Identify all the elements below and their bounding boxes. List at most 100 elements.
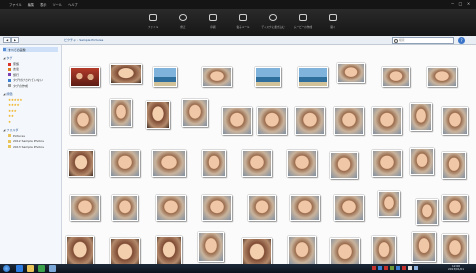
toolbar-burn-label: ディスクに書き込む — [261, 26, 285, 29]
photo-thumbnail[interactable] — [442, 195, 468, 221]
photo-thumbnail[interactable] — [257, 107, 287, 135]
toolbar-email-button[interactable]: 電子メール — [231, 12, 255, 34]
toolbar-file-button[interactable]: ファイル — [141, 12, 165, 34]
back-button[interactable]: ◀ — [3, 37, 12, 43]
photo-thumbnail[interactable] — [248, 195, 276, 221]
photo-thumbnail[interactable] — [382, 67, 410, 87]
photo-thumbnail[interactable] — [298, 67, 328, 87]
media-player-icon[interactable] — [38, 265, 45, 272]
sidebar-item-folder-2013[interactable]: 2013 Sample Photos — [8, 144, 58, 149]
tray-volume-icon[interactable] — [408, 266, 412, 270]
photo-thumbnail[interactable] — [372, 236, 396, 264]
tray-app-icon[interactable] — [390, 266, 394, 270]
photo-thumbnail[interactable] — [222, 107, 252, 135]
help-button[interactable]: ? — [458, 37, 465, 44]
photo-thumbnail[interactable] — [288, 236, 316, 264]
menu-edit[interactable]: 編集 — [28, 2, 34, 7]
photo-thumbnail[interactable] — [372, 150, 402, 177]
tray-alert-icon[interactable] — [372, 266, 376, 270]
breadcrumb-sample-pictures[interactable]: Sample Pictures — [79, 38, 103, 42]
photo-thumbnail[interactable] — [110, 64, 142, 84]
photo-thumbnail[interactable] — [290, 195, 320, 221]
photo-thumbnail[interactable] — [330, 152, 358, 179]
photo-thumbnail[interactable] — [330, 238, 360, 264]
folder-icon — [149, 14, 157, 21]
photo-thumbnail[interactable] — [202, 150, 226, 177]
collapse-icon: ◢ — [3, 128, 6, 133]
tray-security-icon[interactable] — [384, 266, 388, 270]
search-input[interactable]: 検索 — [392, 37, 454, 44]
toolbar-print-button[interactable]: 印刷 — [201, 12, 225, 34]
breadcrumb-pictures[interactable]: ピクチャ — [64, 38, 76, 42]
photo-thumbnail[interactable] — [156, 195, 186, 221]
photo-thumbnail[interactable] — [153, 67, 177, 87]
sidebar-item-all-pictures[interactable]: すべての画像 — [3, 47, 58, 53]
menu-help[interactable]: ヘルプ — [68, 2, 78, 7]
photo-thumbnail[interactable] — [70, 107, 96, 135]
clock-date: 2013/01/01 — [448, 267, 465, 272]
open-icon — [329, 14, 337, 21]
photo-thumbnail[interactable] — [70, 195, 100, 221]
pictures-icon — [3, 48, 6, 52]
star-rating-icon: ★★★★★ — [8, 98, 23, 103]
photo-thumbnail[interactable] — [156, 236, 182, 264]
photo-thumbnail[interactable] — [287, 150, 317, 177]
photo-thumbnail[interactable] — [372, 107, 402, 135]
mail-icon — [239, 14, 247, 21]
minimize-button[interactable]: − — [449, 1, 456, 7]
toolbar-movie-button[interactable]: ムービーの作成 — [291, 12, 315, 34]
photo-thumbnail[interactable] — [202, 67, 232, 87]
navigation-pane: すべての画像 ◢ タグ 家族 友達 旅行 タグ付けされていない タグの作成 ◢ … — [0, 45, 62, 264]
photo-thumbnail[interactable] — [412, 232, 436, 262]
photo-thumbnail[interactable] — [334, 195, 364, 221]
photo-thumbnail[interactable] — [182, 99, 208, 127]
photo-thumbnail[interactable] — [112, 195, 138, 221]
menu-file[interactable]: ファイル — [9, 2, 22, 7]
photo-thumbnail[interactable] — [334, 107, 364, 135]
photo-thumbnail[interactable] — [110, 99, 132, 127]
browser-icon[interactable] — [16, 265, 23, 272]
forward-button[interactable]: ▶ — [11, 37, 20, 43]
toolbar-burn-button[interactable]: ディスクに書き込む — [261, 12, 285, 34]
toolbar-open-button[interactable]: 開く — [321, 12, 345, 34]
sidebar-item-label: 2012 Sample Photos — [13, 139, 44, 144]
photo-thumbnail[interactable] — [410, 148, 434, 175]
photo-thumbnail[interactable] — [242, 238, 272, 264]
tray-update-icon[interactable] — [402, 266, 406, 270]
photo-thumbnail[interactable] — [198, 232, 224, 262]
photo-thumbnail[interactable] — [152, 150, 186, 177]
photo-thumbnail[interactable] — [66, 236, 94, 264]
start-button[interactable] — [3, 265, 10, 272]
photo-thumbnail[interactable] — [427, 67, 457, 87]
photo-thumbnail[interactable] — [442, 234, 468, 264]
toolbar-fix-button[interactable]: 修正 — [171, 12, 195, 34]
photo-thumbnail[interactable] — [202, 195, 232, 221]
photo-thumbnail[interactable] — [146, 101, 170, 129]
photo-thumbnail[interactable] — [70, 67, 100, 87]
photo-thumbnail[interactable] — [337, 63, 365, 83]
photo-thumbnail[interactable] — [410, 103, 432, 131]
tray-power-icon[interactable] — [414, 266, 418, 270]
photo-thumbnail[interactable] — [442, 107, 468, 135]
photo-thumbnail[interactable] — [110, 150, 140, 177]
menu-tools[interactable]: ツール — [53, 2, 63, 7]
photo-thumbnail[interactable] — [442, 152, 466, 179]
photo-gallery-taskbar-icon[interactable] — [49, 265, 56, 272]
taskbar-clock[interactable]: 12:00 2013/01/01 — [448, 264, 465, 272]
photo-thumbnail[interactable] — [378, 191, 400, 217]
photo-thumbnail[interactable] — [68, 150, 94, 177]
photo-thumbnail[interactable] — [242, 150, 272, 177]
close-button[interactable]: × — [465, 1, 472, 7]
sidebar-item-create-tag[interactable]: タグの作成 — [8, 83, 58, 88]
photo-thumbnail[interactable] — [416, 199, 438, 225]
tray-network-icon[interactable] — [378, 266, 382, 270]
tray-language-icon[interactable] — [396, 266, 400, 270]
photo-thumbnail[interactable] — [110, 238, 140, 264]
add-tag-icon — [8, 84, 11, 88]
maximize-button[interactable]: □ — [457, 1, 464, 7]
menu-view[interactable]: 表示 — [40, 2, 46, 7]
photo-thumbnail[interactable] — [255, 67, 281, 87]
sidebar-item-rating-1[interactable]: ★ — [8, 119, 58, 124]
photo-thumbnail[interactable] — [295, 107, 325, 135]
explorer-icon[interactable] — [27, 265, 34, 272]
